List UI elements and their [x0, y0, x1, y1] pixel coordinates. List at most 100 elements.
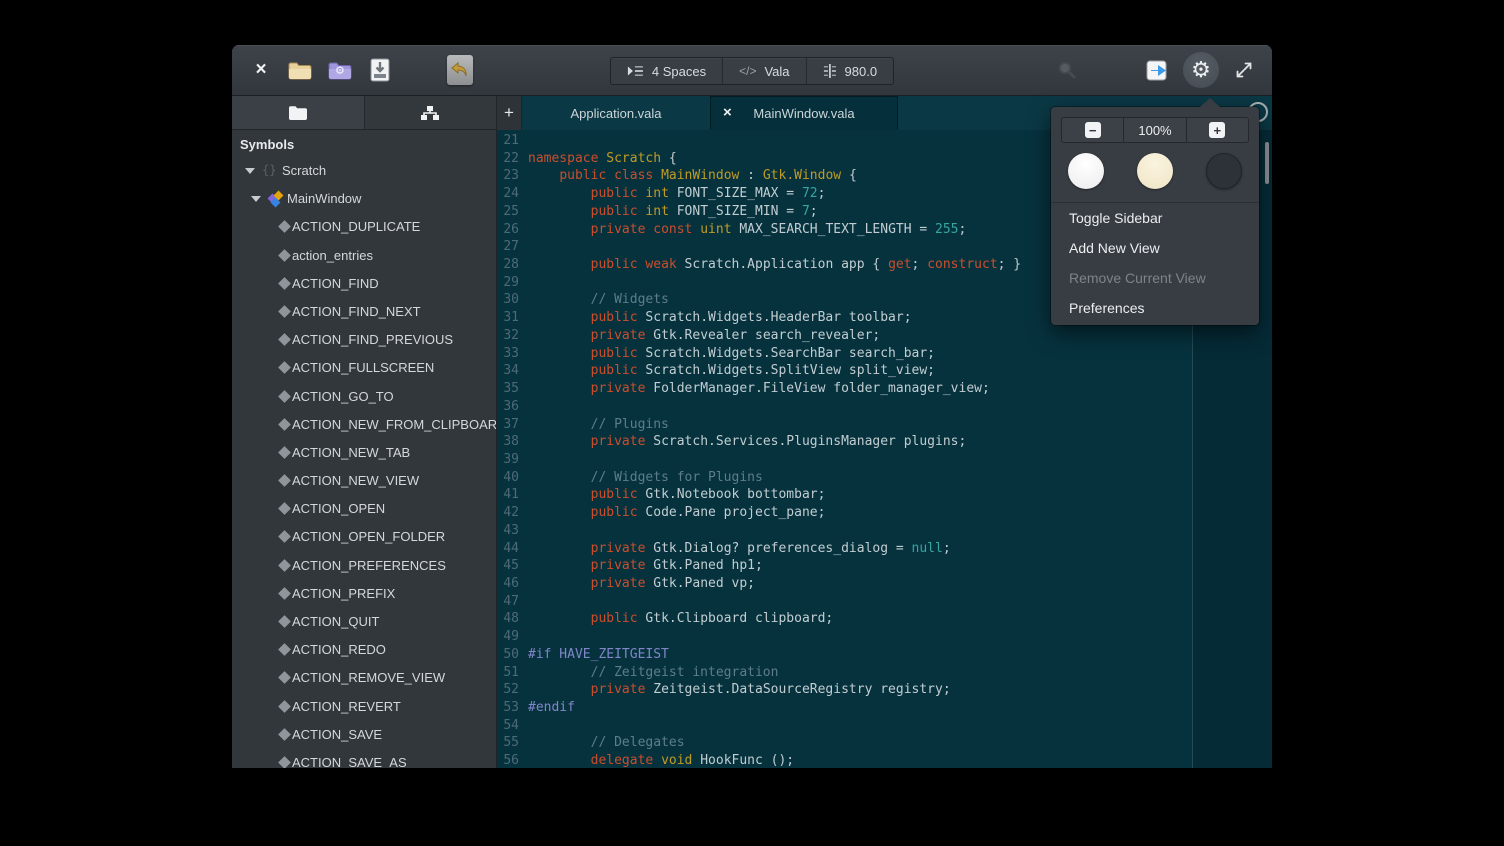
undo-button[interactable]	[442, 52, 478, 88]
indentation-button[interactable]: 4 Spaces	[611, 58, 723, 84]
code-line: 49	[497, 628, 1272, 646]
symbol-label: ACTION_NEW_FROM_CLIPBOARD	[292, 417, 497, 432]
symbol-tree-item[interactable]: ACTION_REMOVE_VIEW	[232, 664, 496, 692]
symbol-tree-item[interactable]: ACTION_FIND_PREVIOUS	[232, 326, 496, 354]
line-content: // Delegates	[527, 734, 685, 752]
line-content: public Gtk.Notebook bottombar;	[527, 486, 825, 504]
code-markup-icon: </>	[739, 64, 756, 78]
fullscreen-icon	[1235, 61, 1253, 79]
field-diamond-icon	[278, 305, 291, 318]
line-content: private const uint MAX_SEARCH_TEXT_LENGT…	[527, 221, 966, 239]
line-number: 40	[497, 469, 527, 487]
share-button[interactable]	[1140, 52, 1176, 88]
symbol-label: ACTION_SAVE_AS	[292, 755, 407, 768]
symbol-tree-item[interactable]: ACTION_PREFERENCES	[232, 552, 496, 580]
templates-folder-button[interactable]: ⚙	[320, 52, 360, 88]
line-number: 34	[497, 362, 527, 380]
namespace-braces-icon: {}	[262, 163, 276, 177]
field-diamond-icon	[278, 756, 291, 768]
document-tab[interactable]: ×MainWindow.vala	[710, 96, 898, 130]
search-button[interactable]	[1049, 52, 1085, 88]
symbol-tree-item[interactable]: ACTION_FIND	[232, 270, 496, 298]
symbol-tree-item[interactable]: ACTION_DUPLICATE	[232, 213, 496, 241]
settings-button[interactable]: ⚙	[1183, 52, 1219, 88]
line-number: 47	[497, 593, 527, 611]
line-number-button[interactable]: 980.0	[807, 58, 894, 84]
code-line: 44 private Gtk.Dialog? preferences_dialo…	[497, 540, 1272, 558]
symbol-label: ACTION_NEW_VIEW	[292, 473, 419, 488]
editor-scrollbar[interactable]	[1265, 142, 1269, 184]
new-tab-button[interactable]: +	[497, 96, 522, 130]
symbol-tree-item[interactable]: ACTION_NEW_VIEW	[232, 467, 496, 495]
symbol-tree-item[interactable]: ACTION_QUIT	[232, 608, 496, 636]
code-line: 32 private Gtk.Revealer search_revealer;	[497, 327, 1272, 345]
symbol-label: ACTION_REMOVE_VIEW	[292, 670, 445, 685]
settings-gear-icon: ⚙	[1183, 52, 1219, 88]
zoom-out-button[interactable]: −	[1062, 118, 1124, 142]
light-style-button[interactable]	[1068, 153, 1104, 189]
symbol-tree-item[interactable]: ACTION_SAVE	[232, 721, 496, 749]
symbol-tree-item[interactable]: ACTION_GO_TO	[232, 383, 496, 411]
line-number: 37	[497, 416, 527, 434]
line-number: 26	[497, 221, 527, 239]
code-editor-window: × ⚙ 4 Sp	[232, 45, 1272, 768]
sidebar-tab-symbols[interactable]	[365, 96, 497, 129]
fullscreen-button[interactable]	[1226, 52, 1262, 88]
symbol-tree-item[interactable]: ACTION_OPEN	[232, 495, 496, 523]
statusbar-button-group: 4 Spaces</>Vala 980.0	[610, 57, 894, 85]
document-tab[interactable]: Application.vala	[522, 96, 710, 130]
symbol-tree: {}ScratchMainWindowACTION_DUPLICATEactio…	[232, 157, 496, 768]
folder-icon	[288, 105, 308, 121]
menu-item-add-new-view[interactable]: Add New View	[1051, 233, 1259, 263]
outline-tree-icon	[420, 105, 440, 121]
sidebar-tab-files[interactable]	[232, 96, 365, 129]
field-diamond-icon	[278, 643, 291, 656]
code-line: 40 // Widgets for Plugins	[497, 469, 1272, 487]
line-content: // Plugins	[527, 416, 669, 434]
field-diamond-icon	[278, 390, 291, 403]
window-close-button[interactable]: ×	[242, 59, 280, 81]
code-line: 41 public Gtk.Notebook bottombar;	[497, 486, 1272, 504]
tab-close-icon[interactable]: ×	[723, 104, 732, 121]
symbol-tree-item[interactable]: ACTION_REVERT	[232, 693, 496, 721]
symbol-tree-item[interactable]: action_entries	[232, 242, 496, 270]
symbol-label: ACTION_OPEN	[292, 501, 385, 516]
symbol-tree-item[interactable]: ACTION_PREFIX	[232, 580, 496, 608]
menu-item-preferences[interactable]: Preferences	[1051, 293, 1259, 323]
symbol-tree-item[interactable]: {}Scratch	[232, 157, 496, 185]
code-line: 34 public Scratch.Widgets.SplitView spli…	[497, 362, 1272, 380]
symbol-label: ACTION_FIND_NEXT	[292, 304, 421, 319]
symbol-tree-item[interactable]: ACTION_NEW_TAB	[232, 439, 496, 467]
symbol-tree-item[interactable]: ACTION_OPEN_FOLDER	[232, 523, 496, 551]
symbol-tree-item[interactable]: ACTION_NEW_FROM_CLIPBOARD	[232, 411, 496, 439]
symbol-tree-item[interactable]: ACTION_SAVE_AS	[232, 749, 496, 768]
menu-item-toggle-sidebar[interactable]: Toggle Sidebar	[1051, 203, 1259, 233]
symbol-tree-item[interactable]: ACTION_FIND_NEXT	[232, 298, 496, 326]
save-as-button[interactable]	[360, 52, 400, 88]
field-diamond-icon	[278, 361, 291, 374]
header-right-tools: ⚙	[1042, 52, 1262, 88]
line-content: public weak Scratch.Application app { ge…	[527, 256, 1021, 274]
line-number: 31	[497, 309, 527, 327]
button-label: 980.0	[845, 64, 878, 79]
symbol-tree-item[interactable]: ACTION_REDO	[232, 636, 496, 664]
line-number: 54	[497, 717, 527, 735]
line-number: 28	[497, 256, 527, 274]
templates-folder-icon: ⚙	[328, 61, 352, 80]
zoom-in-button[interactable]: +	[1187, 118, 1248, 142]
expander-triangle-icon[interactable]	[245, 168, 255, 174]
zoom-control: − 100% +	[1061, 117, 1249, 143]
code-line: 38 private Scratch.Services.PluginsManag…	[497, 433, 1272, 451]
symbols-sidebar: Symbols {}ScratchMainWindowACTION_DUPLIC…	[232, 130, 497, 768]
expander-triangle-icon[interactable]	[251, 196, 261, 202]
symbol-tree-item[interactable]: MainWindow	[232, 185, 496, 213]
language-button[interactable]: </>Vala	[723, 58, 806, 84]
open-folder-button[interactable]	[280, 52, 320, 88]
sepia-style-button[interactable]	[1137, 153, 1173, 189]
code-line: 56 delegate void HookFunc ();	[497, 752, 1272, 768]
line-content: public Scratch.Widgets.HeaderBar toolbar…	[527, 309, 912, 327]
symbol-label: ACTION_PREFIX	[292, 586, 395, 601]
symbol-tree-item[interactable]: ACTION_FULLSCREEN	[232, 354, 496, 382]
line-content: private Zeitgeist.DataSourceRegistry reg…	[527, 681, 951, 699]
dark-style-button[interactable]	[1206, 153, 1242, 189]
